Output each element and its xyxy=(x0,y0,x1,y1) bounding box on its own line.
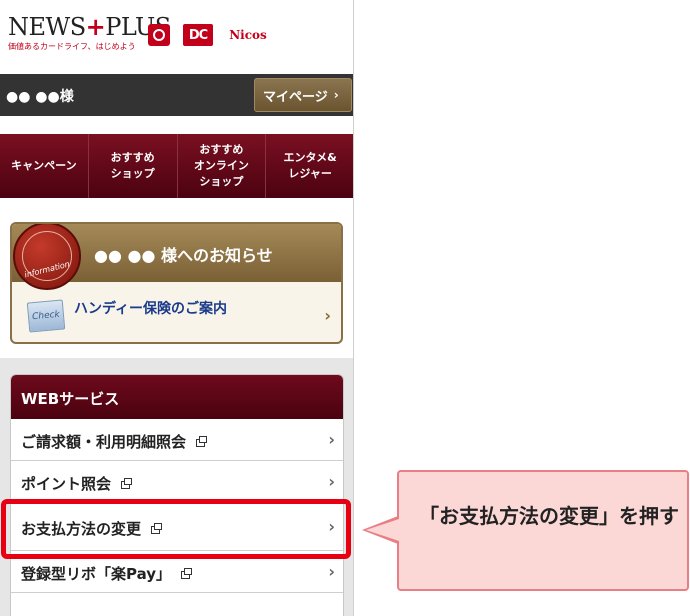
web-services-title: WEBサービス xyxy=(11,375,343,419)
instruction-callout: 「お支払方法の変更」を押す xyxy=(397,470,689,591)
main-nav: キャンペーン おすすめ ショップ おすすめ オンライン ショップ エンタメ& レ… xyxy=(0,134,353,198)
notice-box: information ●● ●● 様へのお知らせ Check ハンディー保険の… xyxy=(10,222,343,344)
external-link-icon xyxy=(181,567,193,579)
web-services-panel: WEBサービス ご請求額・利用明細照会 › ポイント照会 › お支払方法の変更 … xyxy=(10,374,344,616)
header: NEWS+PLUS 価値あるカードライフ、はじめよう DC Nicos xyxy=(0,0,353,74)
notice-link[interactable]: ハンディー保険のご案内 xyxy=(74,298,227,318)
logo[interactable]: NEWS+PLUS 価値あるカードライフ、はじめよう xyxy=(8,14,171,52)
check-icon: Check xyxy=(26,299,66,333)
chevron-right-icon: › xyxy=(328,562,335,581)
information-seal-icon: information xyxy=(13,224,81,290)
dc-brand-logo: DC xyxy=(183,24,213,46)
nicos-brand-logo: Nicos xyxy=(229,28,267,42)
chevron-right-icon: › xyxy=(328,430,335,449)
logo-tagline: 価値あるカードライフ、はじめよう xyxy=(8,42,136,51)
list-item-billing-statement[interactable]: ご請求額・利用明細照会 › xyxy=(11,419,343,461)
nav-item-recommended-online-shops[interactable]: おすすめ オンライン ショップ xyxy=(177,134,267,198)
instruction-text: 「お支払方法の変更」を押す xyxy=(419,504,679,528)
highlight-frame xyxy=(1,499,351,559)
notice-title: ●● ●● 様へのお知らせ xyxy=(94,246,273,265)
notice-header: information ●● ●● 様へのお知らせ xyxy=(12,224,341,290)
external-link-icon xyxy=(121,477,133,489)
notice-link-row[interactable]: Check ハンディー保険のご案内 › xyxy=(12,284,341,342)
external-link-icon xyxy=(196,435,208,447)
nav-item-recommended-shops[interactable]: おすすめ ショップ xyxy=(88,134,178,198)
chevron-right-icon: › xyxy=(328,472,335,491)
card-brand-logo xyxy=(148,24,170,46)
user-bar: ●● ●●様 マイページ › xyxy=(0,74,353,116)
user-name: ●● ●●様 xyxy=(6,89,74,105)
phone-screen: NEWS+PLUS 価値あるカードライフ、はじめよう DC Nicos ●● ●… xyxy=(0,0,354,616)
list-item-point-inquiry[interactable]: ポイント照会 › xyxy=(11,461,343,503)
chevron-right-icon: › xyxy=(333,88,339,102)
mypage-button[interactable]: マイページ › xyxy=(254,78,352,112)
chevron-right-icon: › xyxy=(324,306,331,325)
nav-item-entertainment[interactable]: エンタメ& レジャー xyxy=(266,134,353,198)
nav-item-campaign[interactable]: キャンペーン xyxy=(0,134,89,198)
